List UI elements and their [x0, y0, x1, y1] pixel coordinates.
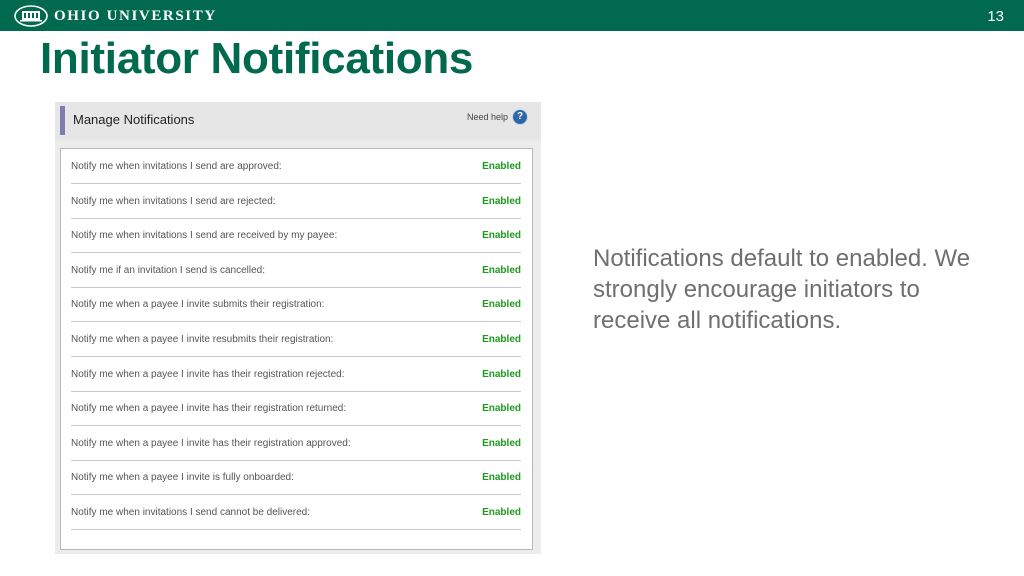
notification-label: Notify me when a payee I invite has thei… — [71, 403, 347, 415]
page-title: Initiator Notifications — [40, 34, 474, 83]
notification-row: Notify me when a payee I invite resubmit… — [71, 322, 521, 357]
notification-row: Notify me if an invitation I send is can… — [71, 253, 521, 288]
notification-label: Notify me when invitations I send are ap… — [71, 161, 282, 172]
notification-status-toggle[interactable]: Enabled — [482, 161, 521, 172]
notification-row: Notify me when invitations I send are re… — [71, 184, 521, 219]
notification-label: Notify me when a payee I invite resubmit… — [71, 334, 334, 345]
notification-status-toggle[interactable]: Enabled — [482, 438, 521, 449]
notification-label: Notify me when a payee I invite has thei… — [71, 368, 345, 380]
notification-status-toggle[interactable]: Enabled — [482, 369, 521, 380]
notification-label: Notify me if an invitation I send is can… — [71, 264, 265, 276]
notification-status-toggle[interactable]: Enabled — [482, 403, 521, 414]
notification-row: Notify me when invitations I send cannot… — [71, 495, 521, 530]
side-note: Notifications default to enabled. We str… — [593, 245, 971, 334]
notification-status-toggle[interactable]: Enabled — [482, 507, 521, 518]
notification-status-toggle[interactable]: Enabled — [482, 299, 521, 310]
notification-list: Notify me when invitations I send are ap… — [60, 148, 533, 550]
panel-title: Manage Notifications — [73, 112, 195, 127]
notification-label: Notify me when invitations I send are re… — [71, 230, 338, 242]
notification-status-toggle[interactable]: Enabled — [482, 265, 521, 276]
university-logo: OHIO UNIVERSITY — [14, 4, 217, 28]
slide-number: 13 — [987, 8, 1004, 25]
notification-row: Notify me when invitations I send are ap… — [71, 149, 521, 184]
notification-label: Notify me when a payee I invite is fully… — [71, 472, 294, 484]
notification-label: Notify me when invitations I send cannot… — [71, 507, 311, 518]
top-banner: OHIO UNIVERSITY 13 — [0, 0, 1024, 31]
notification-row: Notify me when a payee I invite has thei… — [71, 426, 521, 461]
university-name: OHIO UNIVERSITY — [54, 7, 217, 24]
notification-status-toggle[interactable]: Enabled — [482, 334, 521, 345]
manage-notifications-panel: Manage Notifications Need help ? Notify … — [55, 102, 541, 554]
need-help-label: Need help — [466, 112, 508, 122]
notification-row: Notify me when a payee I invite has thei… — [71, 357, 521, 392]
notification-status-toggle[interactable]: Enabled — [482, 230, 521, 241]
need-help-link[interactable]: Need help ? — [467, 109, 528, 125]
notification-row: Notify me when a payee I invite has thei… — [71, 391, 521, 427]
notification-status-toggle[interactable]: Enabled — [482, 472, 521, 483]
notification-label: Notify me when a payee I invite submits … — [71, 299, 325, 311]
header-accent-bar — [60, 106, 65, 135]
question-circle-icon[interactable]: ? — [512, 109, 528, 125]
notification-status-toggle[interactable]: Enabled — [482, 196, 521, 207]
notification-row: Notify me when a payee I invite submits … — [71, 287, 521, 323]
notification-row: Notify me when invitations I send are re… — [71, 218, 521, 254]
notification-label: Notify me when a payee I invite has thei… — [71, 437, 351, 449]
university-seal-icon — [14, 5, 48, 27]
notification-label: Notify me when invitations I send are re… — [71, 195, 276, 207]
panel-header: Manage Notifications Need help ? — [55, 102, 541, 140]
notification-row: Notify me when a payee I invite is fully… — [71, 460, 521, 496]
